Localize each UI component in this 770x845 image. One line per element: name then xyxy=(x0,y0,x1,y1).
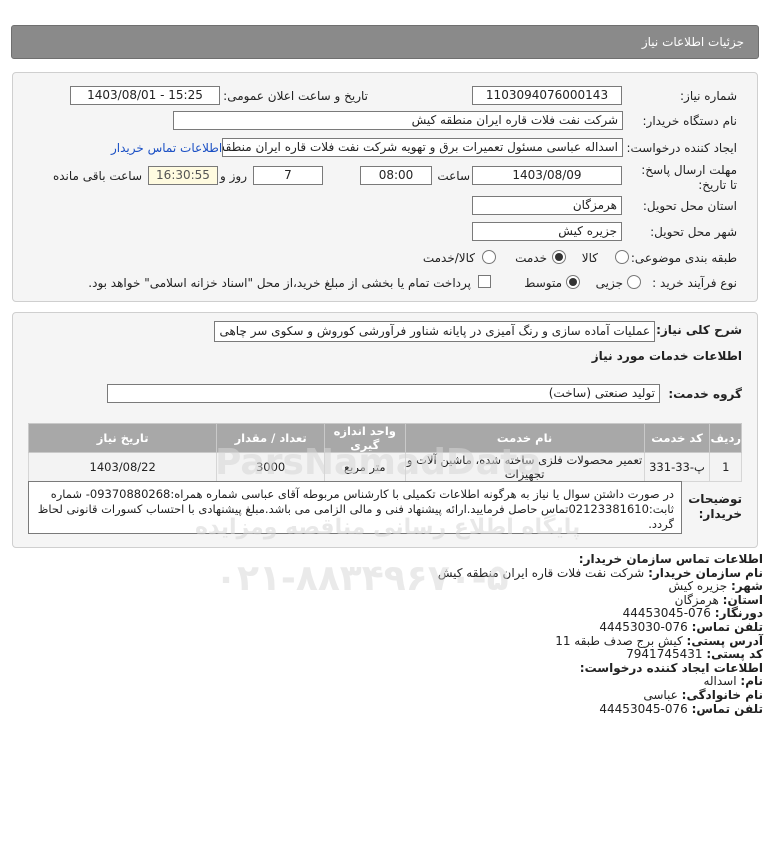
creator-family-value: عباسی xyxy=(643,687,678,702)
buyer-notes-field: در صورت داشتن سوال یا نیاز به هرگونه اطل… xyxy=(28,481,682,534)
category-label: طبقه بندی موضوعی: xyxy=(630,251,737,265)
phone-value: 076-44453030 xyxy=(599,619,688,634)
service-group-field: تولید صنعتی (ساخت) xyxy=(107,384,660,403)
services-info-heading: اطلاعات خدمات مورد نیاز xyxy=(591,349,742,363)
cell-service-name: تعمیر محصولات فلزی ساخته شده، ماشین آلات… xyxy=(404,452,645,482)
summary-label: شرح کلی نیاز: xyxy=(656,323,742,337)
creator-phone-value: 076-44453045 xyxy=(599,701,688,716)
col-header-service-code: کد خدمت xyxy=(643,423,711,453)
creator-name-label: نام: xyxy=(740,674,763,689)
process-type-label: نوع فرآیند خرید : xyxy=(652,276,737,290)
contact-province-label: استان: xyxy=(722,592,763,607)
cell-service-code: پ-33-331 xyxy=(643,452,711,482)
col-header-quantity: تعداد / مقدار xyxy=(216,423,325,453)
fax-label: دورنگار: xyxy=(714,606,763,621)
category-radio-service[interactable] xyxy=(552,250,566,264)
buyer-notes-label: توضیحات خریدار: xyxy=(688,492,742,521)
deadline-label: مهلت ارسال پاسخ: تا تاریخ: xyxy=(641,163,737,192)
creator-phone-label: تلفن تماس: xyxy=(691,701,763,716)
deadline-time-field: 08:00 xyxy=(360,166,432,185)
address-value: کیش برج صدف طبقه 11 xyxy=(555,633,683,648)
remaining-time-field: 16:30:55 xyxy=(148,166,218,185)
creator-name-value: اسداله xyxy=(703,674,737,689)
process-option-medium: متوسط xyxy=(524,276,562,290)
cell-unit: متر مربع xyxy=(323,452,406,482)
cell-quantity: 3000 xyxy=(216,452,325,482)
province-label: استان محل تحویل: xyxy=(642,199,737,213)
cell-row-number: 1 xyxy=(709,452,742,482)
table-header-row: ردیف کد خدمت نام خدمت واحد اندازه گیری ت… xyxy=(27,423,742,453)
col-header-row-number: ردیف xyxy=(709,423,742,453)
page-title: جزئیات اطلاعات نیاز xyxy=(641,35,744,49)
creator-field: اسداله عباسی مسئول تعمیرات برق و تهویه ش… xyxy=(222,138,623,157)
summary-field: عملیات آماده سازی و رنگ آمیزی در پایانه … xyxy=(214,321,655,342)
process-radio-medium[interactable] xyxy=(566,275,580,289)
deadline-date-field: 1403/08/09 xyxy=(472,166,622,185)
category-option-goods-service: کالا/خدمت xyxy=(422,251,475,265)
phone-label: تلفن تماس: xyxy=(691,619,763,634)
cell-need-date: 1403/08/22 xyxy=(27,452,218,482)
city-field: جزیره کیش xyxy=(472,222,622,241)
services-table: ردیف کد خدمت نام خدمت واحد اندازه گیری ت… xyxy=(27,423,742,482)
buyer-name-field: شرکت نفت فلات قاره ایران منطقه کیش xyxy=(173,111,623,130)
need-number-label: شماره نیاز: xyxy=(680,89,737,103)
buyer-contact-link[interactable]: اطلاعات تماس خریدار xyxy=(111,141,222,155)
announce-datetime-field: 1403/08/01 - 15:25 xyxy=(70,86,220,105)
org-label: نام سازمان خریدار: xyxy=(648,565,763,580)
remaining-label: ساعت باقی مانده xyxy=(52,169,142,183)
table-row: 1 پ-33-331 تعمیر محصولات فلزی ساخته شده،… xyxy=(27,452,742,482)
postal-label: کد پستی: xyxy=(706,647,763,662)
contact-section: اطلاعات تماس سازمان خریدار: نام سازمان خ… xyxy=(23,552,763,716)
deadline-time-label: ساعت xyxy=(437,169,470,183)
postal-value: 7941745431 xyxy=(626,647,703,662)
process-option-minor: جزیی xyxy=(595,276,623,290)
contact-city-value: جزیره کیش xyxy=(668,579,728,594)
process-radio-minor[interactable] xyxy=(627,275,641,289)
creator-label: ایجاد کننده درخواست: xyxy=(626,141,737,155)
contact-city-label: شهر: xyxy=(731,579,763,594)
announce-datetime-label: تاریخ و ساعت اعلان عمومی: xyxy=(223,89,368,103)
contact-province-value: هرمزگان xyxy=(674,592,719,607)
province-field: هرمزگان xyxy=(472,196,622,215)
col-header-service-name: نام خدمت xyxy=(404,423,645,453)
page-header: جزئیات اطلاعات نیاز xyxy=(11,25,759,59)
fax-value: 076-44453045 xyxy=(622,606,711,621)
category-option-goods: کالا xyxy=(581,251,598,265)
treasury-note: پرداخت تمام یا بخشی از مبلغ خرید،از محل … xyxy=(88,276,471,290)
category-radio-goods-service[interactable] xyxy=(482,250,496,264)
city-label: شهر محل تحویل: xyxy=(650,225,737,239)
col-header-unit: واحد اندازه گیری xyxy=(323,423,406,453)
org-value: شرکت نفت فلات قاره ایران منطقه کیش xyxy=(437,565,645,580)
category-radio-goods[interactable] xyxy=(615,250,629,264)
treasury-checkbox[interactable] xyxy=(478,275,491,288)
buyer-contact-heading: اطلاعات تماس سازمان خریدار: xyxy=(578,552,763,566)
buyer-name-label: نام دستگاه خریدار: xyxy=(642,114,738,128)
creator-contact-heading: اطلاعات ایجاد کننده درخواست: xyxy=(579,660,763,675)
creator-family-label: نام خانوادگی: xyxy=(681,687,763,702)
days-label: روز و xyxy=(220,169,247,183)
col-header-need-date: تاریخ نیاز xyxy=(27,423,218,453)
days-field: 7 xyxy=(253,166,323,185)
need-number-field: 1103094076000143 xyxy=(472,86,622,105)
category-option-service: خدمت xyxy=(515,251,547,265)
address-label: آدرس پستی: xyxy=(686,633,763,648)
service-group-label: گروه خدمت: xyxy=(668,387,742,401)
